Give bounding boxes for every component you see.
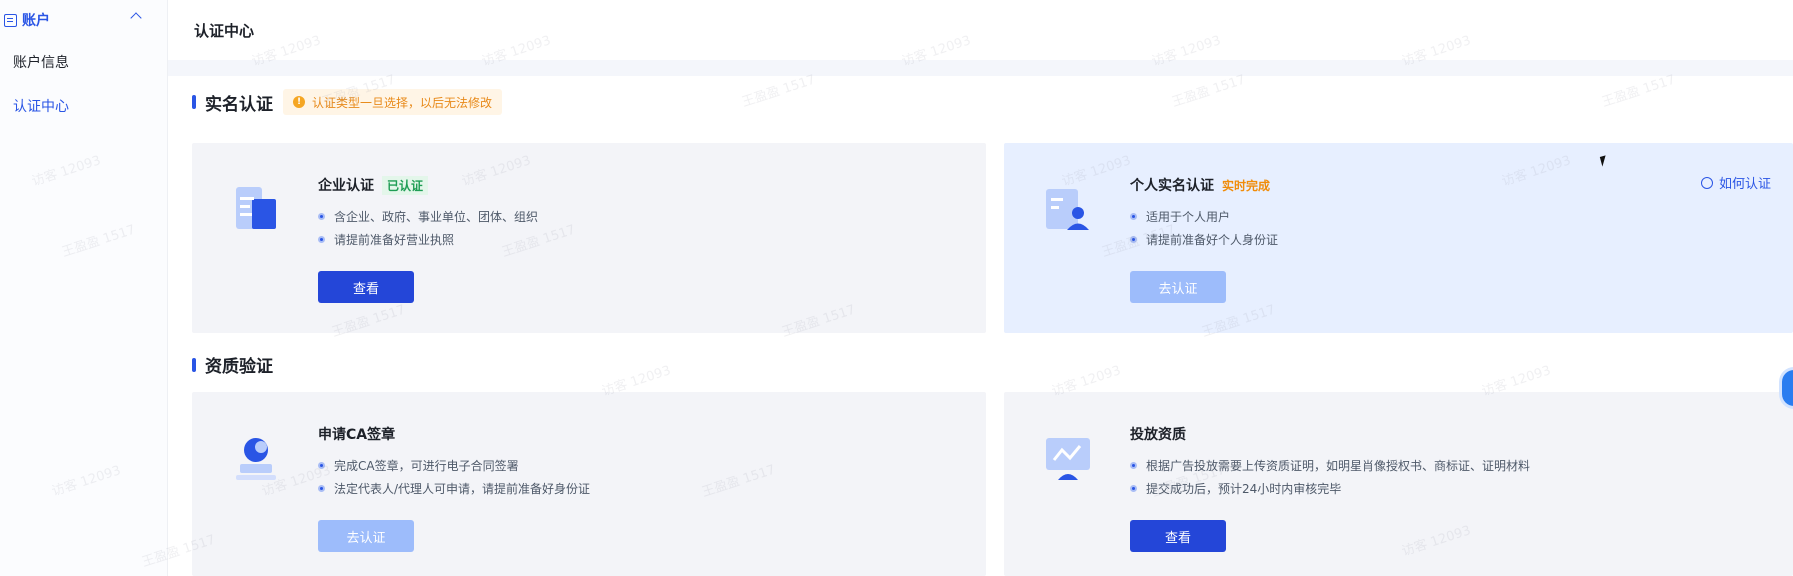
card-bullets: 根据广告投放需要上传资质证明，如明星肖像授权书、商标证、证明材料 提交成功后，预… <box>1130 454 1530 500</box>
verified-badge: 已认证 <box>382 175 429 195</box>
ca-seal-card: 申请CA签章 完成CA签章，可进行电子合同签署 法定代表人/代理人可申请，请提前… <box>192 392 986 576</box>
bullet-icon <box>1130 213 1137 220</box>
card-bullets: 含企业、政府、事业单位、团体、组织 请提前准备好营业执照 <box>318 205 538 251</box>
bullet-icon <box>1130 236 1137 243</box>
list-item: 完成CA签章，可进行电子合同签署 <box>318 454 590 477</box>
section-marker <box>192 357 196 372</box>
realtime-badge: 实时完成 <box>1222 178 1271 193</box>
sidebar-item-auth-center[interactable]: 认证中心 <box>0 84 167 128</box>
card-title: 个人实名认证 <box>1130 178 1214 194</box>
personal-id-icon <box>1046 189 1089 230</box>
personal-auth-card: 个人实名认证 实时完成 如何认证 适用于个人用户 请提前准备好个人身份证 去认证 <box>1004 143 1793 333</box>
ad-monitor-icon <box>1046 438 1090 480</box>
bullet-text: 适用于个人用户 <box>1146 210 1231 224</box>
bullet-text: 法定代表人/代理人可申请，请提前准备好身份证 <box>334 482 591 496</box>
notice-text: 认证类型一旦选择，以后无法修改 <box>312 95 493 110</box>
main-content: 实名认证 ! 认证类型一旦选择，以后无法修改 企业认证 已认证 含企业、政府、事… <box>168 76 1793 576</box>
enterprise-auth-card: 企业认证 已认证 含企业、政府、事业单位、团体、组织 请提前准备好营业执照 查看 <box>192 143 986 333</box>
sidebar: 账户 账户信息 认证中心 <box>0 0 168 576</box>
bullet-icon <box>1130 462 1137 469</box>
notice-banner: ! 认证类型一旦选择，以后无法修改 <box>283 89 503 115</box>
list-item: 请提前准备好个人身份证 <box>1130 228 1278 251</box>
bullet-text: 完成CA签章，可进行电子合同签署 <box>334 459 519 473</box>
ad-qualification-card: 投放资质 根据广告投放需要上传资质证明，如明星肖像授权书、商标证、证明材料 提交… <box>1004 392 1793 576</box>
section-title-realname: 实名认证 <box>205 94 273 115</box>
location-pin-icon <box>1700 176 1713 189</box>
how-to-verify-label: 如何认证 <box>1718 177 1771 192</box>
card-title: 申请CA签章 <box>318 427 396 443</box>
account-card-icon <box>4 13 17 27</box>
bullet-icon <box>318 213 325 220</box>
bullet-icon <box>318 462 325 469</box>
sidebar-item-account-info[interactable]: 账户信息 <box>0 40 167 84</box>
chevron-up-icon[interactable] <box>130 12 142 24</box>
page-title: 认证中心 <box>194 21 255 40</box>
go-verify-button[interactable]: 去认证 <box>1130 271 1226 303</box>
bullet-text: 请提前准备好个人身份证 <box>1146 233 1279 247</box>
card-bullets: 完成CA签章，可进行电子合同签署 法定代表人/代理人可申请，请提前准备好身份证 <box>318 454 590 500</box>
page-header: 认证中心 <box>168 0 1793 60</box>
list-item: 含企业、政府、事业单位、团体、组织 <box>318 205 538 228</box>
bullet-text: 含企业、政府、事业单位、团体、组织 <box>334 210 539 224</box>
enterprise-building-icon <box>236 187 276 229</box>
list-item: 适用于个人用户 <box>1130 205 1278 228</box>
list-item: 提交成功后，预计24小时内审核完毕 <box>1130 477 1530 500</box>
sidebar-group-label: 账户 <box>22 13 50 29</box>
card-title: 投放资质 <box>1130 427 1186 443</box>
realname-section-header: 实名认证 ! 认证类型一旦选择，以后无法修改 <box>192 89 503 115</box>
list-item: 根据广告投放需要上传资质证明，如明星肖像授权书、商标证、证明材料 <box>1130 454 1530 477</box>
floating-service-icon[interactable] <box>1782 370 1793 406</box>
bullet-text: 请提前准备好营业执照 <box>334 233 455 247</box>
sidebar-group-account[interactable]: 账户 <box>0 0 167 40</box>
bullet-text: 根据广告投放需要上传资质证明，如明星肖像授权书、商标证、证明材料 <box>1146 459 1531 473</box>
info-icon: ! <box>293 96 305 108</box>
section-title-qualification: 资质验证 <box>205 357 273 377</box>
section-marker <box>192 95 196 109</box>
list-item: 法定代表人/代理人可申请，请提前准备好身份证 <box>318 477 590 500</box>
go-verify-button[interactable]: 去认证 <box>318 520 414 552</box>
view-button[interactable]: 查看 <box>1130 520 1226 552</box>
bullet-icon <box>1130 485 1137 492</box>
card-bullets: 适用于个人用户 请提前准备好个人身份证 <box>1130 205 1278 251</box>
bullet-icon <box>318 485 325 492</box>
view-button[interactable]: 查看 <box>318 271 414 303</box>
how-to-verify-link[interactable]: 如何认证 <box>1700 173 1771 192</box>
qualification-section-header: 资质验证 <box>192 352 273 377</box>
bullet-icon <box>318 236 325 243</box>
bullet-text: 提交成功后，预计24小时内审核完毕 <box>1146 482 1342 496</box>
card-title: 企业认证 <box>318 178 374 194</box>
list-item: 请提前准备好营业执照 <box>318 228 538 251</box>
seal-stamp-icon <box>236 438 276 480</box>
